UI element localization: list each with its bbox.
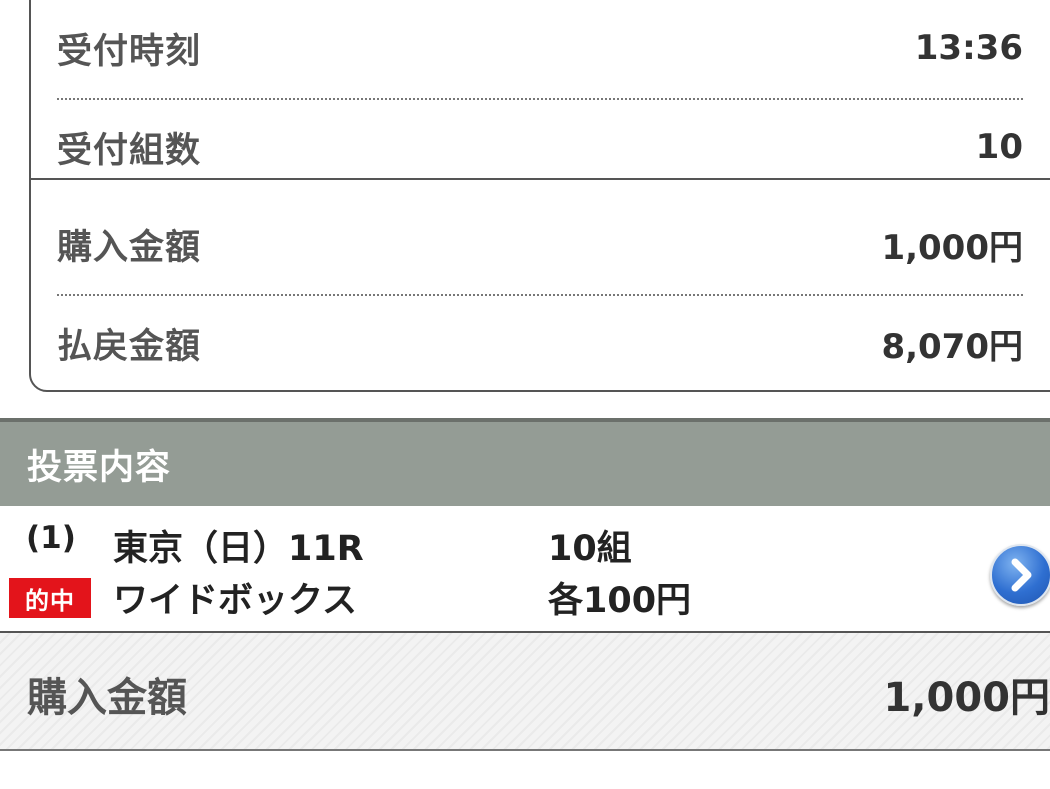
summary-row-payout-amount: 払戻金額 8,070円 [57,295,1023,391]
receipt-count-label: 受付組数 [57,130,202,171]
bet-type: ワイドボックス [113,581,357,621]
bet-number: (1) [26,520,76,556]
detail-button[interactable] [990,544,1050,606]
receipt-time-label: 受付時刻 [57,31,202,72]
summary-row-receipt-time: 受付時刻 13:36 [57,0,1023,96]
bet-row[interactable]: (1) 的中 東京（日）11R ワイドボックス 10組 各100円 [0,506,1050,633]
summary-row-receipt-count: 受付組数 10 [57,99,1023,195]
purchase-amount-value: 1,000円 [881,227,1023,268]
chevron-right-icon [1011,558,1032,592]
payout-amount-label: 払戻金額 [57,326,202,367]
total-row: 購入金額 1,000円 [0,633,1050,751]
summary-row-purchase-amount: 購入金額 1,000円 [57,196,1023,292]
section-title: 投票内容 [27,447,172,488]
payout-amount-value: 8,070円 [881,326,1023,367]
bet-combinations: 10組 [548,529,632,569]
total-value: 1,000円 [883,675,1050,721]
ticket-detail-page: 受付時刻 13:36 受付組数 10 購入金額 1,000円 払戻金額 8,07… [0,0,1050,789]
bet-race: 東京（日）11R [113,529,364,569]
receipt-time-value: 13:36 [914,28,1023,68]
receipt-count-value: 10 [975,127,1023,167]
bet-amount-each: 各100円 [548,581,692,621]
hit-badge: 的中 [9,578,91,618]
purchase-amount-label: 購入金額 [57,227,202,268]
section-header: 投票内容 [0,418,1050,506]
total-label: 購入金額 [27,675,187,721]
